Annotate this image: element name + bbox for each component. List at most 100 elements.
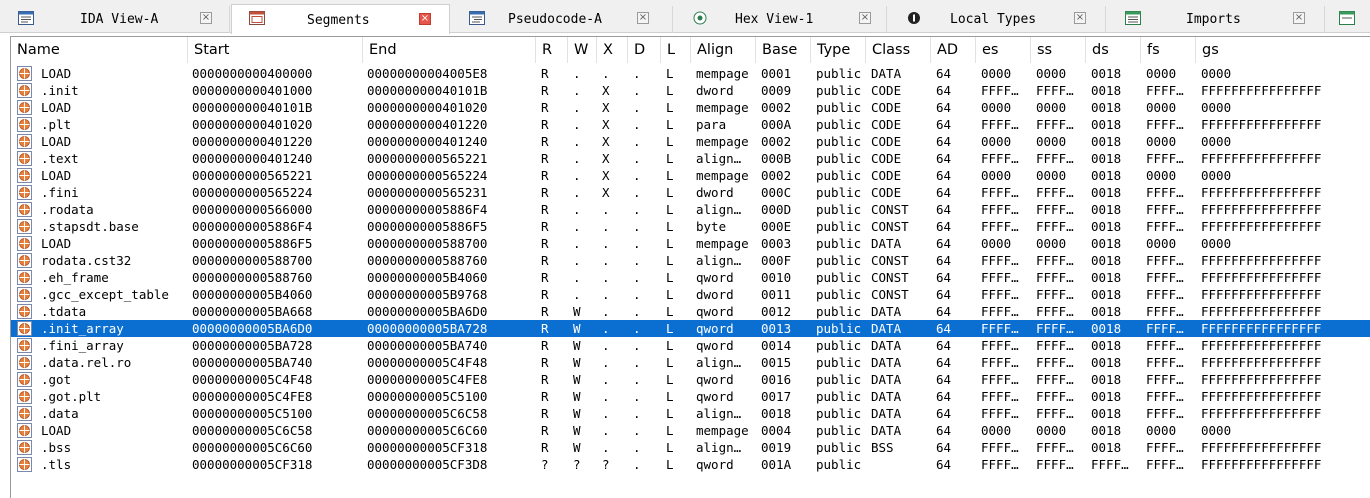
segment-icon [17, 389, 32, 404]
segment-icon [17, 440, 32, 455]
cell-es: FFFF… [981, 389, 1019, 404]
column-header-es[interactable]: es [976, 37, 1031, 63]
tab-ida-view-a[interactable]: IDA View-A × [0, 6, 230, 33]
column-header-x[interactable]: X [597, 37, 628, 63]
cell-type: public [816, 66, 862, 81]
cell-ad: 64 [936, 321, 952, 336]
cell-ad: 64 [936, 270, 952, 285]
column-header-end[interactable]: End [363, 37, 536, 63]
column-header-base[interactable]: Base [756, 37, 811, 63]
cell-fs: 0000 [1146, 423, 1177, 438]
cell-align: align… [696, 355, 742, 370]
cell-type: public [816, 270, 862, 285]
cell-fs: FFFF… [1146, 287, 1184, 302]
column-header-d[interactable]: D [628, 37, 661, 63]
cell-start: 00000000005C5100 [192, 406, 313, 421]
table-row[interactable]: .fini_array 00000000005BA728 00000000005BA… [11, 337, 1370, 354]
close-icon[interactable]: × [200, 12, 212, 24]
cell-gs: FFFFFFFFFFFFFFFF [1201, 151, 1322, 166]
cell-type: public [816, 253, 862, 268]
column-header-ss[interactable]: ss [1031, 37, 1086, 63]
cell-ad: 64 [936, 389, 952, 404]
tab-segments[interactable]: Segments × [231, 4, 450, 34]
cell-ss: FFFF… [1036, 151, 1074, 166]
cell-l: L [666, 117, 674, 132]
cell-w: W [573, 321, 581, 336]
cell-class: CONST [871, 253, 909, 268]
cell-base: 0004 [761, 423, 792, 438]
cell-w: . [573, 134, 581, 149]
cell-es: FFFF… [981, 406, 1019, 421]
table-row[interactable]: .data 00000000005C5100 00000000005C6C58 R W.… [11, 405, 1370, 422]
close-icon[interactable]: × [1074, 12, 1086, 24]
column-header-fs[interactable]: fs [1141, 37, 1196, 63]
table-row[interactable]: .fini 0000000000565224 0000000000565231 R. X… [11, 184, 1370, 201]
cell-type: public [816, 236, 862, 251]
table-row[interactable]: .plt 0000000000401020 0000000000401220 R. X.… [11, 116, 1370, 133]
close-icon[interactable]: × [637, 12, 649, 24]
cell-end: 0000000000401240 [367, 134, 488, 149]
column-header-name[interactable]: Name [11, 37, 188, 63]
cell-class: CODE [871, 168, 902, 183]
tab-pseudocode-a[interactable]: Pseudocode-A × [451, 6, 673, 33]
cell-end: 00000000005B4060 [367, 270, 488, 285]
column-header-ds[interactable]: ds [1086, 37, 1141, 63]
segment-icon [17, 66, 32, 81]
segment-icon [17, 134, 32, 149]
cell-fs: 0000 [1146, 168, 1177, 183]
cell-class: BSS [871, 440, 894, 455]
column-header-start[interactable]: Start [188, 37, 363, 63]
table-row[interactable]: LOAD 000000000040101B 0000000000401020 R. X.… [11, 99, 1370, 116]
tab-overflow[interactable] [1326, 6, 1370, 33]
cell-align: mempage [696, 168, 749, 183]
table-row[interactable]: .tdata 00000000005BA668 00000000005BA6D0 R W… [11, 303, 1370, 320]
cell-d: . [633, 117, 641, 132]
column-header-align[interactable]: Align [691, 37, 756, 63]
table-row[interactable]: .init 0000000000401000 000000000040101B R. X… [11, 82, 1370, 99]
column-header-ad[interactable]: AD [931, 37, 976, 63]
cell-start: 0000000000401220 [192, 134, 313, 149]
table-row[interactable]: .tls 00000000005CF318 00000000005CF3D8???.… [11, 456, 1370, 473]
cell-w: W [573, 406, 581, 421]
tab-imports[interactable]: Imports × [1107, 6, 1325, 33]
column-header-r[interactable]: R [536, 37, 568, 63]
column-header-type[interactable]: Type [811, 37, 866, 63]
table-row[interactable]: .gcc_except_table 00000000005B4060 0000000… [11, 286, 1370, 303]
table-row[interactable]: .bss 00000000005C6C60 00000000005CF318 R W..… [11, 439, 1370, 456]
table-row[interactable]: .data.rel.ro 00000000005BA740 00000000005C… [11, 354, 1370, 371]
column-header-gs[interactable]: gs [1196, 37, 1370, 63]
table-row[interactable]: .init_array 00000000005BA6D0 00000000005BA… [11, 320, 1370, 337]
cell-w: . [573, 151, 581, 166]
cell-base: 0015 [761, 355, 792, 370]
cell-base: 0019 [761, 440, 792, 455]
cell-x: X [602, 100, 610, 115]
close-icon[interactable]: × [1293, 12, 1305, 24]
table-row[interactable]: LOAD 00000000005886F5 0000000000588700 R...… [11, 235, 1370, 252]
close-icon[interactable]: × [859, 12, 871, 24]
tab-hex-view-1[interactable]: Hex View-1 × [674, 6, 887, 33]
table-row[interactable]: .text 0000000000401240 0000000000565221 R. X… [11, 150, 1370, 167]
cell-d: . [633, 406, 641, 421]
cell-gs: FFFFFFFFFFFFFFFF [1201, 287, 1322, 302]
table-row[interactable]: LOAD 0000000000401220 0000000000401240 R. X.… [11, 133, 1370, 150]
column-header-class[interactable]: Class [866, 37, 931, 63]
cell-gs: 0000 [1201, 66, 1232, 81]
cell-start: 0000000000565221 [192, 168, 313, 183]
cell-x: . [602, 253, 610, 268]
tab-local-types[interactable]: Local Types × [888, 6, 1106, 33]
table-row[interactable]: .rodata 0000000000566000 00000000005886F4 R… [11, 201, 1370, 218]
column-header-l[interactable]: L [661, 37, 691, 63]
cell-r: R [541, 304, 549, 319]
column-header-w[interactable]: W [568, 37, 597, 63]
table-row[interactable]: rodata.cst32 0000000000588700 000000000058… [11, 252, 1370, 269]
table-row[interactable]: .got.plt 00000000005C4FE8 00000000005C5100… [11, 388, 1370, 405]
table-row[interactable]: LOAD 0000000000565221 0000000000565224 R. X.… [11, 167, 1370, 184]
close-icon[interactable]: × [419, 13, 431, 25]
table-row[interactable]: .got 00000000005C4F48 00000000005C4FE8 R W..… [11, 371, 1370, 388]
cell-name: LOAD [41, 423, 72, 438]
table-row[interactable]: LOAD 0000000000400000 00000000004005E8 R...… [11, 65, 1370, 82]
pseudocode-icon [469, 11, 485, 25]
table-row[interactable]: .stapsdt.base 00000000005886F4 00000000005… [11, 218, 1370, 235]
table-row[interactable]: .eh_frame 0000000000588760 00000000005B406… [11, 269, 1370, 286]
table-row[interactable]: LOAD 00000000005C6C58 00000000005C6C60 R W..… [11, 422, 1370, 439]
